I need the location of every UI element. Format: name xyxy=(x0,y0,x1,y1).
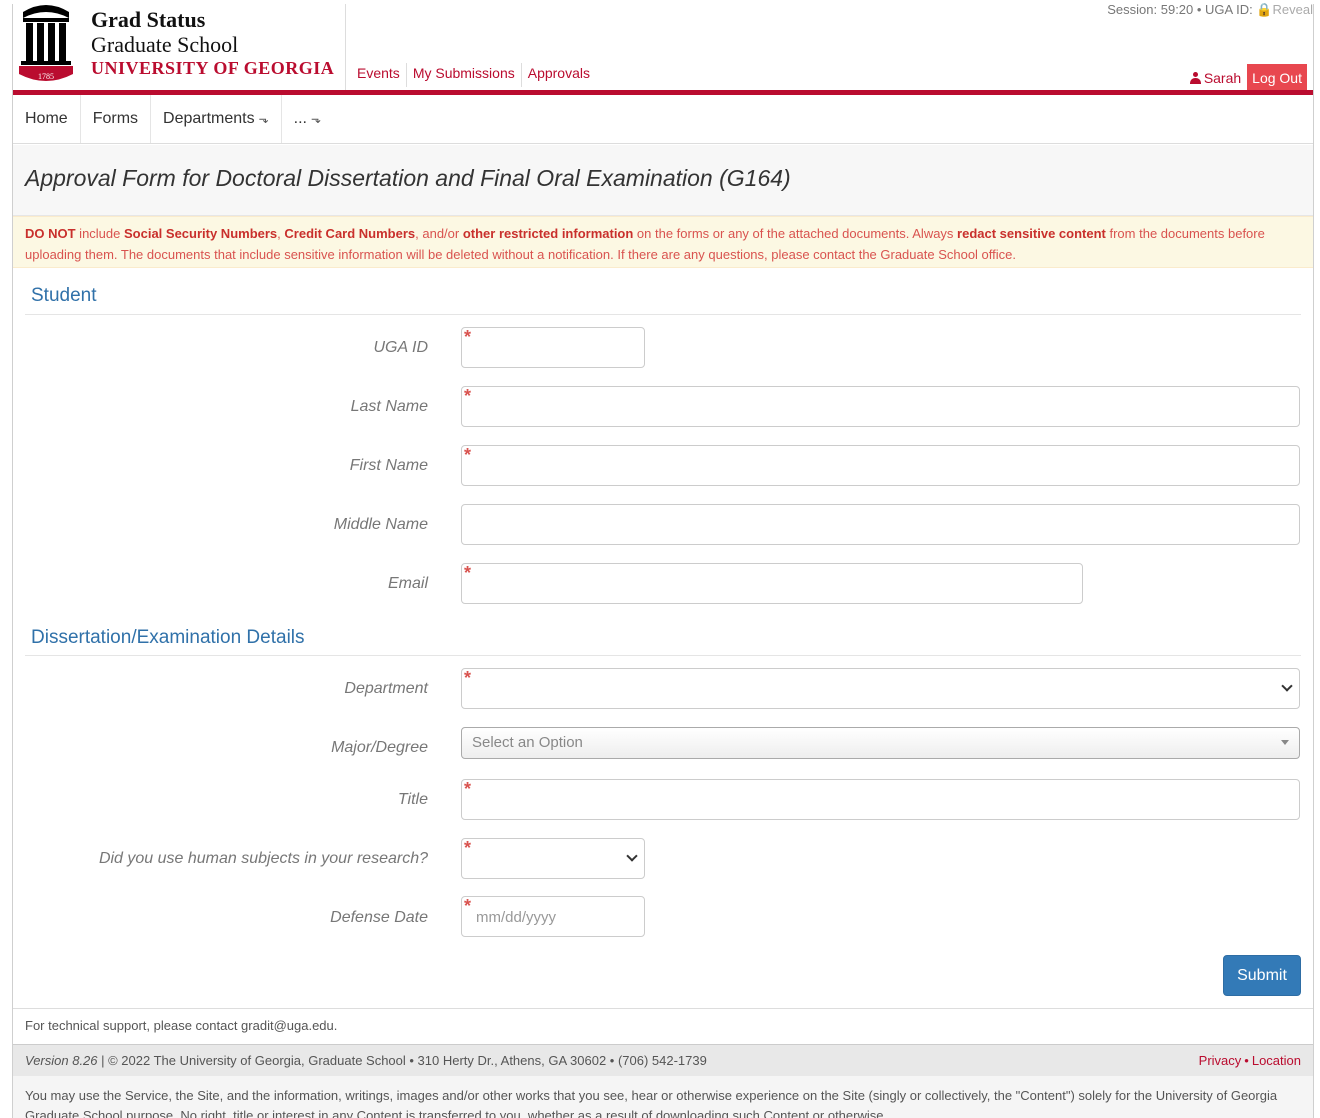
logo-year: 1785 xyxy=(38,72,54,81)
copyright-text: | © 2022 The University of Georgia, Grad… xyxy=(97,1053,707,1068)
privacy-link[interactable]: Privacy xyxy=(1199,1053,1242,1068)
top-nav: Events My Submissions Approvals xyxy=(351,63,596,87)
last-name-input[interactable]: * xyxy=(461,386,1300,427)
section-divider xyxy=(25,655,1301,656)
uga-id-label: UGA ID xyxy=(373,339,428,356)
lock-icon: 🔒 xyxy=(1256,2,1273,17)
warning-text: on the forms or any of the attached docu… xyxy=(633,226,958,241)
human-subjects-select[interactable]: * xyxy=(461,838,645,879)
user-menu[interactable]: Sarah xyxy=(1189,70,1242,86)
nav-more[interactable]: ... ⬎ xyxy=(282,95,333,143)
page-title: Approval Form for Doctoral Dissertation … xyxy=(25,165,791,191)
warning-text: Credit Card Numbers xyxy=(284,226,416,241)
major-degree-placeholder: Select an Option xyxy=(472,734,583,751)
required-marker: * xyxy=(464,668,472,688)
nav-home[interactable]: Home xyxy=(13,95,81,143)
external-arrow-icon: ⬎ xyxy=(310,112,322,126)
section-divider xyxy=(25,314,1301,315)
tech-support-note: For technical support, please contact gr… xyxy=(13,1008,1313,1044)
reveal-link[interactable]: Reveal xyxy=(1273,2,1313,17)
footer-links: Privacy • Location xyxy=(1199,1053,1301,1068)
logo-block[interactable]: 1785 Grad Status Graduate School UNIVERS… xyxy=(13,4,346,92)
last-name-label: Last Name xyxy=(350,398,428,415)
required-marker: * xyxy=(464,838,472,858)
nav-forms[interactable]: Forms xyxy=(81,95,152,143)
department-label: Department xyxy=(344,680,428,697)
major-degree-label: Major/Degree xyxy=(331,739,428,756)
title-input[interactable]: * xyxy=(461,779,1300,820)
department-select[interactable]: * xyxy=(461,668,1300,709)
page-title-area: Approval Form for Doctoral Dissertation … xyxy=(13,145,1313,216)
email-label: Email xyxy=(387,575,428,592)
brand-subtitle: Graduate School xyxy=(91,32,239,57)
sensitive-info-warning: DO NOT include Social Security Numbers , … xyxy=(13,216,1313,268)
topnav-my-submissions[interactable]: My Submissions xyxy=(405,63,521,87)
user-name: Sarah xyxy=(1203,70,1242,86)
nav-departments[interactable]: Departments ⬎ xyxy=(151,95,282,143)
chevron-down-icon xyxy=(626,850,638,862)
version-number: Version 8.26 xyxy=(25,1053,98,1068)
site-header: 1785 Grad Status Graduate School UNIVERS… xyxy=(13,2,1313,95)
title-label: Title xyxy=(397,791,428,808)
nav-more-label: ... xyxy=(293,110,307,127)
session-text: Session: 59:20 • UGA ID: xyxy=(1107,2,1257,17)
section-details-title: Dissertation/Examination Details xyxy=(31,627,305,648)
warning-text: Social Security Numbers xyxy=(123,226,278,241)
required-marker: * xyxy=(464,445,472,465)
footer-separator: • xyxy=(1244,1053,1249,1068)
topnav-approvals[interactable]: Approvals xyxy=(520,63,596,87)
main-nav: Home Forms Departments ⬎ ... ⬎ xyxy=(13,95,1313,144)
required-marker: * xyxy=(464,386,472,406)
page-frame: 1785 Grad Status Graduate School UNIVERS… xyxy=(12,2,1314,1118)
required-marker: * xyxy=(464,896,472,916)
warning-text: DO NOT xyxy=(25,226,76,241)
submit-button[interactable]: Submit xyxy=(1223,955,1301,996)
app-title: Grad Status xyxy=(91,7,206,32)
defense-date-input[interactable]: * mm/dd/yyyy xyxy=(461,896,645,937)
warning-text: redact sensitive content xyxy=(957,226,1106,241)
section-student-title: Student xyxy=(31,285,97,306)
defense-date-placeholder: mm/dd/yyyy xyxy=(476,909,557,926)
chevron-down-icon xyxy=(1281,680,1293,692)
user-area: Sarah Log Out xyxy=(1189,64,1307,92)
warning-text: include xyxy=(75,226,124,241)
first-name-label: First Name xyxy=(349,457,428,474)
required-marker: * xyxy=(464,327,472,347)
user-icon xyxy=(1189,72,1201,84)
first-name-input[interactable]: * xyxy=(461,445,1300,486)
middle-name-label: Middle Name xyxy=(333,516,428,533)
location-link[interactable]: Location xyxy=(1252,1053,1301,1068)
email-input[interactable]: * xyxy=(461,563,1083,604)
terms-of-use: You may use the Service, the Site, and t… xyxy=(13,1076,1313,1118)
middle-name-input[interactable] xyxy=(461,504,1300,545)
logout-button[interactable]: Log Out xyxy=(1247,64,1307,92)
uga-id-input[interactable]: * xyxy=(461,327,645,368)
topnav-events[interactable]: Events xyxy=(351,63,406,87)
uga-arch-logo-icon: 1785 xyxy=(19,5,73,81)
external-arrow-icon: ⬎ xyxy=(258,112,269,126)
session-info: Session: 59:20 • UGA ID: 🔒Reveal xyxy=(1107,2,1313,18)
major-degree-select[interactable]: Select an Option xyxy=(461,727,1300,759)
warning-text: other restricted information xyxy=(462,226,634,241)
required-marker: * xyxy=(464,563,472,583)
human-subjects-label: Did you use human subjects in your resea… xyxy=(98,850,428,867)
university-name: UNIVERSITY OF GEORGIA xyxy=(91,58,335,78)
required-marker: * xyxy=(464,779,472,799)
caret-down-icon xyxy=(1281,740,1289,745)
warning-text: , and/or xyxy=(415,226,463,241)
nav-departments-label: Departments xyxy=(163,110,255,127)
defense-date-label: Defense Date xyxy=(330,909,428,926)
version-bar: Version 8.26 | © 2022 The University of … xyxy=(13,1044,1313,1076)
